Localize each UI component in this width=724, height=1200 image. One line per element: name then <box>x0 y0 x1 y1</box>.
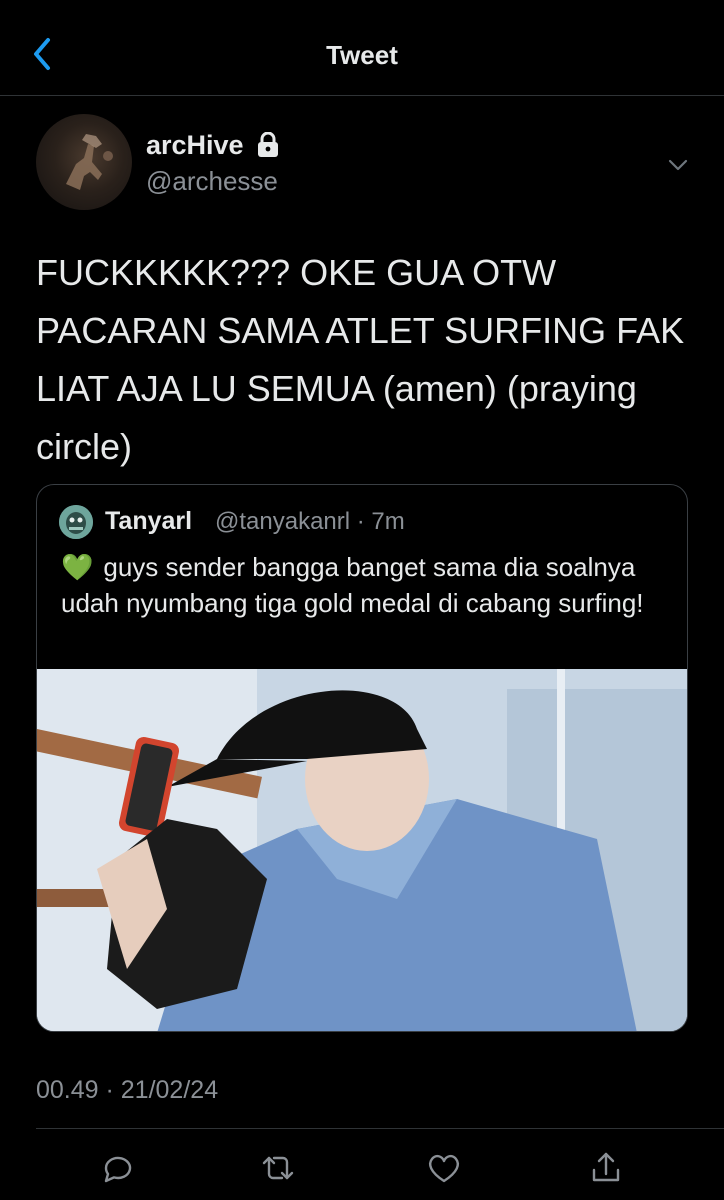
tweet-text: FUCKKKKK??? OKE GUA OTW PACARAN SAMA ATL… <box>36 252 685 467</box>
green-heart-icon: 💚 <box>61 552 94 582</box>
author-handle[interactable]: @archesse <box>146 166 278 197</box>
author-avatar[interactable] <box>36 114 132 210</box>
quoted-avatar-icon <box>59 505 93 539</box>
quoted-avatar[interactable] <box>59 505 93 539</box>
photo-icon <box>37 669 687 1031</box>
tweet-author: arcHive @archesse <box>36 114 688 214</box>
like-icon[interactable] <box>426 1150 462 1186</box>
quoted-author-name[interactable]: Tanyarl <box>105 507 192 536</box>
quoted-media-photo[interactable] <box>37 669 687 1031</box>
action-bar <box>0 1144 724 1190</box>
quoted-text: 💚 guys sender bangga banget sama dia soal… <box>61 549 661 621</box>
lock-icon <box>258 132 278 157</box>
chevron-down-icon[interactable] <box>666 152 690 176</box>
divider <box>36 1128 724 1129</box>
top-bar: Tweet <box>0 0 724 96</box>
share-icon[interactable] <box>588 1150 624 1186</box>
quoted-tweet[interactable]: Tanyarl @tanyakanrl · 7m 💚 guys sender ba… <box>36 484 688 1032</box>
quoted-text-body: guys sender bangga banget sama dia soaln… <box>61 552 644 618</box>
tweet-timestamp: 00.49 · 21/02/24 <box>36 1076 219 1104</box>
reply-icon[interactable] <box>100 1150 136 1186</box>
retweet-icon[interactable] <box>260 1150 296 1186</box>
page-title: Tweet <box>326 40 398 70</box>
author-name[interactable]: arcHive <box>146 130 244 161</box>
quoted-author-meta[interactable]: @tanyakanrl · 7m <box>215 508 405 536</box>
profile-photo-icon <box>66 134 113 190</box>
